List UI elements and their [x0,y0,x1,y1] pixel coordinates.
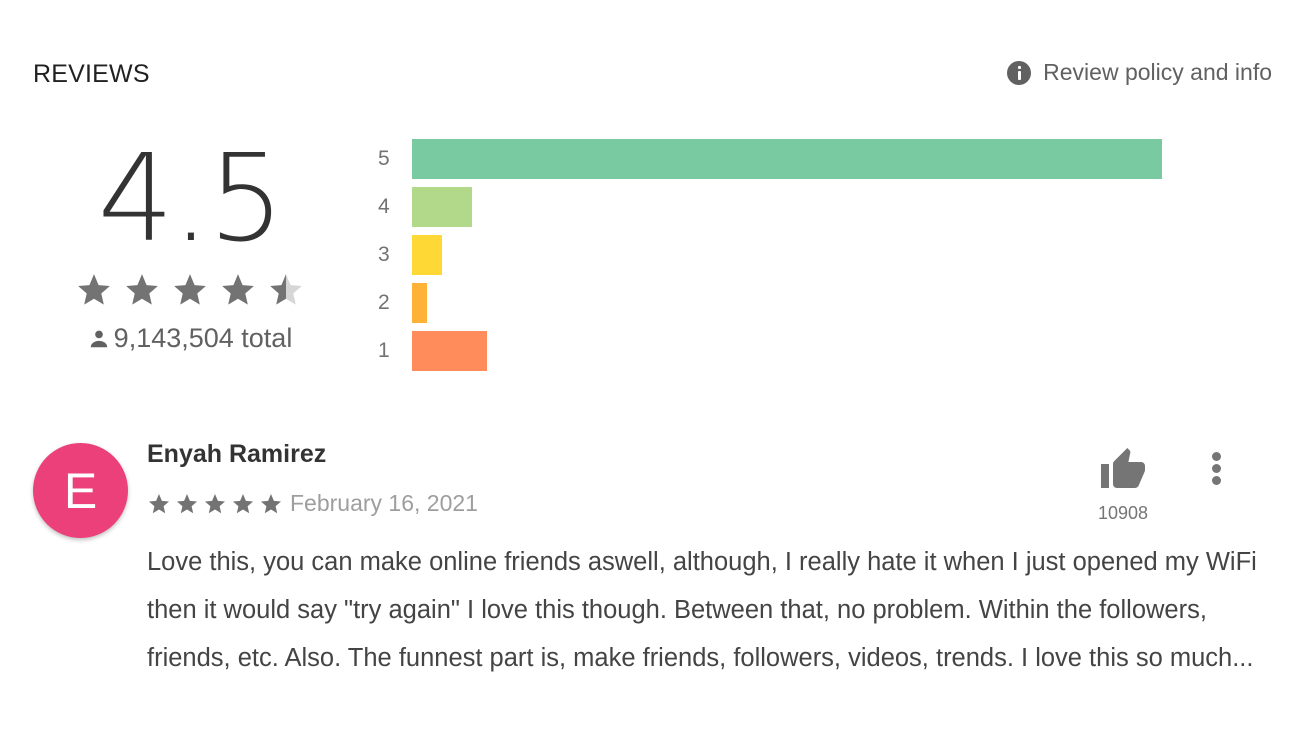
histogram-bar-5 [412,139,1162,179]
histogram-row-3: 3 [378,235,1162,275]
helpful-count: 10908 [1097,503,1149,523]
histogram-bar-3 [412,235,442,275]
star-icon [261,493,281,513]
star-icon [177,493,197,513]
review-stars [147,492,283,516]
avatar: E [33,443,128,538]
histogram-row-4: 4 [378,187,1162,227]
person-icon [90,330,107,347]
histogram-row-5: 5 [378,139,1162,179]
total-ratings: 9,143,504 total [60,323,320,354]
star-icon [205,493,225,513]
histogram-track [412,139,1162,179]
histogram-label: 2 [378,291,390,314]
more-dot [1211,464,1221,473]
histogram-label: 5 [378,147,390,170]
histogram-row-2: 2 [378,283,1162,323]
histogram-track [412,235,1162,275]
star-icon [126,274,158,305]
histogram-label: 3 [378,243,390,266]
more-dot [1211,476,1221,485]
more-vert-icon [1211,452,1221,461]
histogram-row-1: 1 [378,331,1162,371]
info-icon [1007,60,1032,85]
helpful-button[interactable]: 10908 [1093,446,1153,524]
total-ratings-label: 9,143,504 total [113,323,293,353]
star-icon [270,274,302,305]
review-author: Enyah Ramirez [147,440,327,468]
star-icon [78,274,110,305]
review-date: February 16, 2021 [290,490,478,516]
average-rating: 4.5 [97,130,285,269]
star-icon [174,274,206,305]
thumbs-up-icon [1101,448,1145,488]
review-policy-label: Review policy and info [1043,59,1272,85]
average-stars [60,271,320,309]
histogram-label: 1 [378,339,390,362]
review-meta: February 16, 2021 [147,490,478,517]
star-icon [222,274,254,305]
histogram-label: 4 [378,195,390,218]
rating-histogram: 5 4 3 2 1 [378,139,1162,379]
more-options-button[interactable] [1203,452,1229,492]
star-icon [149,493,169,513]
histogram-bar-2 [412,283,427,323]
review-text: Love this, you can make online friends a… [147,548,1257,672]
rating-summary: 4.5 9,143,504 total [60,135,320,354]
review-policy-link[interactable]: Review policy and info [1007,59,1272,86]
histogram-track [412,283,1162,323]
histogram-track [412,187,1162,227]
reviews-heading: REVIEWS [33,60,150,88]
histogram-bar-1 [412,331,487,371]
histogram-track [412,331,1162,371]
star-icon [233,493,253,513]
histogram-bar-4 [412,187,472,227]
